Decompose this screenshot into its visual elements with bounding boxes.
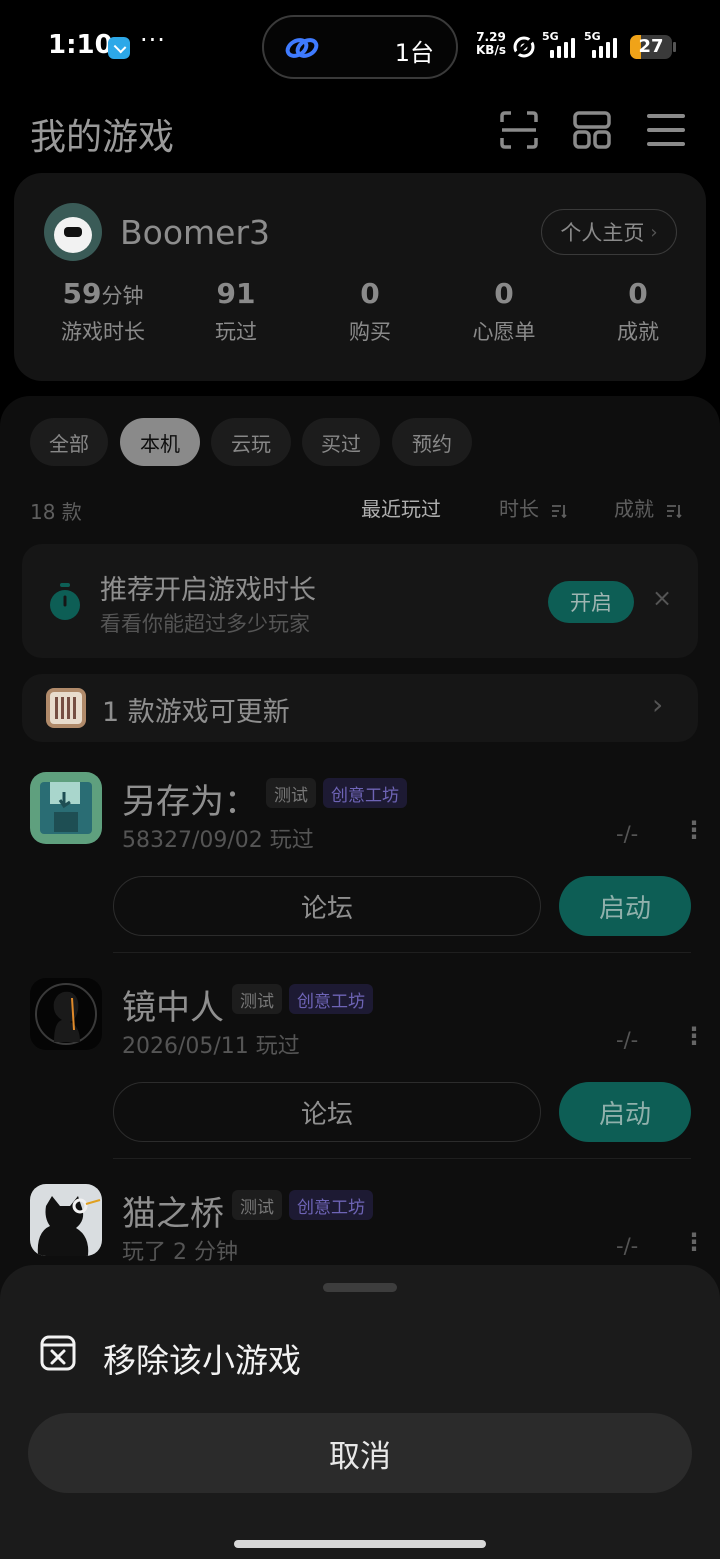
signal-bars-sim1-icon [550,38,575,58]
home-indicator[interactable] [234,1540,486,1548]
stat-playtime[interactable]: 59分钟 游戏时长 [36,277,170,346]
tag-creative-workshop: 创意工坊 [289,984,373,1014]
more-vertical-icon[interactable]: ⋮ [682,816,706,844]
profile-card: Boomer3 个人主页 › 59分钟 游戏时长 91 玩过 0 购买 0 心愿… [14,173,706,381]
tag-test: 测试 [232,984,282,1014]
username: Boomer3 [120,213,271,252]
tab-reserved[interactable]: 预约 [392,418,472,466]
timer-icon [50,583,80,620]
more-vertical-icon[interactable]: ⋮ [682,1228,706,1256]
connected-devices-count: 1台 [394,39,434,67]
stat-achievements[interactable]: 0 成就 [571,277,705,346]
tab-cloud[interactable]: 云玩 [211,418,291,466]
remove-icon[interactable] [40,1335,76,1371]
tag-creative-workshop: 创意工坊 [289,1190,373,1220]
profile-home-label: 个人主页 [560,221,645,245]
forum-button[interactable]: 论坛 [113,1082,541,1142]
divider [113,952,691,953]
page-title: 我的游戏 [30,117,175,158]
launch-button[interactable]: 启动 [559,1082,691,1142]
link-icon [285,38,319,58]
avatar[interactable] [44,203,102,261]
status-time: 1:10 [48,30,113,60]
battery-icon: 27 [630,35,672,59]
update-text: 1 款游戏可更新 [102,697,290,728]
launch-button[interactable]: 启动 [559,876,691,936]
tag-test: 测试 [266,778,316,808]
sort-achievements[interactable]: 成就 [614,493,682,522]
action-bottom-sheet: 移除该小游戏 取消 [0,1265,720,1559]
menu-icon[interactable] [646,110,686,150]
last-played: 2026/05/11 玩过 [122,1034,300,1059]
cancel-button[interactable]: 取消 [28,1413,692,1493]
game-rating: -/- [616,1028,639,1052]
battery-tip [673,42,676,52]
save-as-game-icon[interactable] [30,772,102,844]
tab-all[interactable]: 全部 [30,418,108,466]
forum-button[interactable]: 论坛 [113,876,541,936]
cat-bridge-game-icon[interactable] [30,1184,102,1256]
game-title[interactable]: 镜中人 [122,980,224,1029]
chevron-right-icon: › [652,688,664,721]
play-duration: 玩了 2 分钟 [122,1240,238,1265]
grid-icon[interactable] [572,110,612,150]
download-notification-icon [108,37,130,59]
battery-level: 27 [638,36,664,57]
game-title[interactable]: 另存为： [122,774,258,823]
tag-test: 测试 [232,1190,282,1220]
sort-playtime[interactable]: 时长 [499,493,567,522]
more-vertical-icon[interactable]: ⋮ [682,1022,706,1050]
game-count: 18 款 [30,500,82,524]
tag-creative-workshop: 创意工坊 [323,778,407,808]
stat-purchased[interactable]: 0 购买 [303,277,437,346]
close-icon[interactable]: × [652,584,672,612]
more-notifications-icon: ··· [140,26,166,54]
profile-home-button[interactable]: 个人主页 › [541,209,677,255]
sort-icon [667,504,682,518]
scan-icon[interactable] [499,110,539,150]
tip-title: 推荐开启游戏时长 [100,575,316,606]
game-item: 另存为： 测试 创意工坊 58327/09/02 玩过 -/- ⋮ 论坛 启动 [0,772,720,978]
dynamic-island[interactable]: 1台 [262,15,458,79]
sort-icon [552,504,567,518]
signal-bars-sim2-icon [592,38,617,58]
stat-played[interactable]: 91 玩过 [169,277,303,346]
network-speed: 7.29 KB/s [476,30,506,57]
tip-subtitle: 看看你能超过多少玩家 [100,612,310,636]
remove-mini-game-option[interactable]: 移除该小游戏 [103,1334,301,1382]
game-rating: -/- [616,1234,639,1258]
playtime-tip-card: 推荐开启游戏时长 看看你能超过多少玩家 开启 × [22,544,698,658]
tab-bought[interactable]: 买过 [302,418,380,466]
chevron-right-icon: › [650,221,658,243]
game-item: 镜中人 测试 创意工坊 2026/05/11 玩过 -/- ⋮ 论坛 启动 [0,978,720,1184]
divider [113,1158,691,1159]
game-rating: -/- [616,822,639,846]
sort-recent[interactable]: 最近玩过 [361,493,441,522]
tab-local[interactable]: 本机 [120,418,200,466]
mirror-person-game-icon[interactable] [30,978,102,1050]
last-played: 58327/09/02 玩过 [122,828,314,853]
game-thumbnail [46,688,86,728]
hotspot-icon [512,36,536,58]
update-card[interactable]: 1 款游戏可更新 › [22,674,698,742]
game-title[interactable]: 猫之桥 [122,1186,224,1235]
enable-playtime-button[interactable]: 开启 [548,581,634,623]
stat-wishlist[interactable]: 0 心愿单 [437,277,571,346]
sheet-drag-handle[interactable] [323,1283,397,1292]
